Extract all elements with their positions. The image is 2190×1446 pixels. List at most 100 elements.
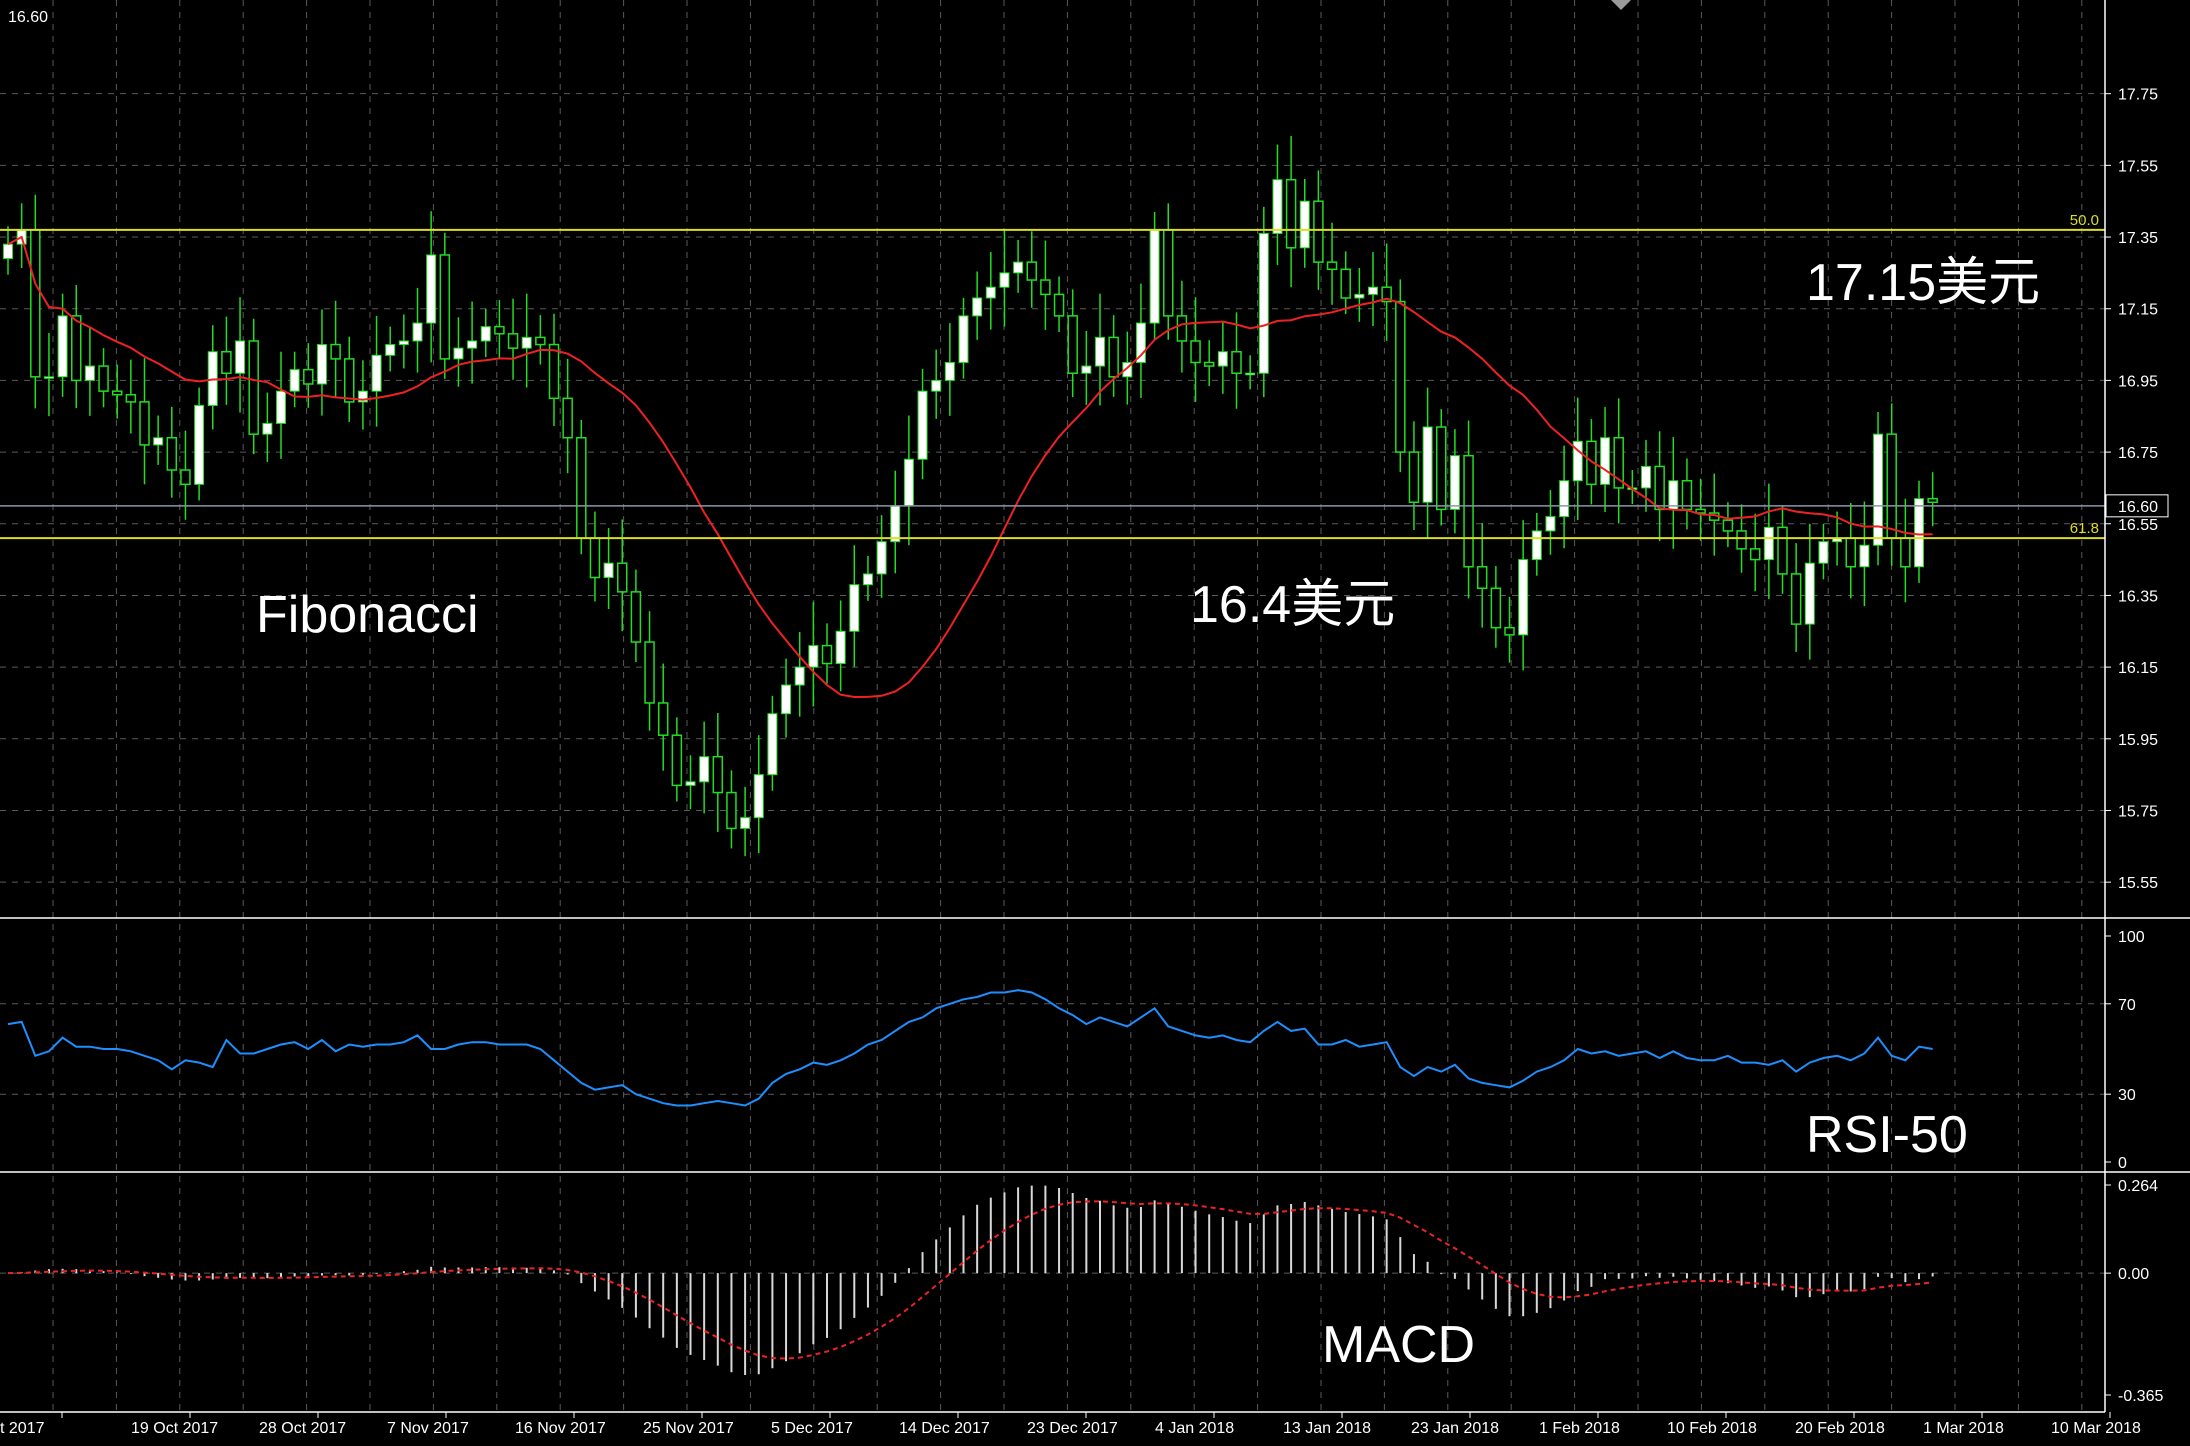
x-tick-label: 5 Dec 2017 <box>771 1420 853 1437</box>
scroll-marker-icon[interactable] <box>1611 0 1631 10</box>
candle-body-bear <box>1736 530 1747 550</box>
price-tick-label: 15.75 <box>2118 803 2158 820</box>
candle-body-bear <box>1053 293 1065 317</box>
candle-body-bull <box>1449 455 1460 510</box>
candle-body-bull <box>1914 498 1924 568</box>
candle-body-bear <box>1067 315 1078 374</box>
candle-body-bull <box>398 340 409 346</box>
candle-body-bear <box>535 336 546 346</box>
candle-body-bull <box>999 272 1010 288</box>
candle-body-bear <box>726 791 737 830</box>
candle-body-bear <box>657 702 669 736</box>
candle-body-bull <box>467 340 478 349</box>
candle-body-bull <box>685 781 696 786</box>
price-tick-label: 15.55 <box>2118 875 2158 892</box>
price-tick-label: 16.55 <box>2118 517 2158 534</box>
candle-body-bull <box>958 315 969 363</box>
candle-body-bull <box>1818 541 1829 564</box>
candle-body-bull <box>1368 286 1378 295</box>
macd-panel <box>7 1185 1934 1375</box>
candle-body-bear <box>30 229 41 378</box>
rsi-panel <box>7 989 1933 1107</box>
candle-body-bull <box>153 437 164 446</box>
candle-body-bull <box>1299 200 1310 249</box>
candle-body-bear <box>98 365 109 392</box>
x-tick-label: 1 Feb 2018 <box>1539 1420 1620 1437</box>
candle-body-bear <box>344 358 355 403</box>
fib-level-label: 50.0 <box>2070 212 2099 229</box>
price-tick-label: 16.15 <box>2118 660 2158 677</box>
candle-body-bear <box>1163 229 1174 317</box>
candle-body-bull <box>1873 433 1884 546</box>
price-panel: 50.0 61.8 <box>0 135 2105 857</box>
candle-body-bull <box>890 505 901 543</box>
candle-body-bear <box>1395 300 1406 453</box>
candle-body-bull <box>1258 232 1269 374</box>
x-tick-label: 25 Nov 2017 <box>643 1420 734 1437</box>
price-tick-label: 16.35 <box>2118 588 2158 605</box>
annotation-fibonacci: Fibonacci <box>256 586 479 644</box>
candle-body-bear <box>617 562 628 593</box>
candle-body-bull <box>1531 530 1542 561</box>
candle-body-bear <box>1927 497 1938 504</box>
candle-body-bull <box>262 422 273 435</box>
macd-title: MACD <box>1322 1316 1475 1374</box>
candle-body-bull <box>862 573 873 586</box>
candle-body-bear <box>630 591 642 643</box>
price-tick-label: 17.55 <box>2118 158 2158 175</box>
candle-body-bull <box>480 326 491 342</box>
candle-body-bull <box>1149 229 1160 324</box>
candle-body-bear <box>1886 433 1897 539</box>
macd-signal-line <box>7 1200 1933 1360</box>
candle-body-bull <box>835 630 846 665</box>
candle-body-bear <box>71 315 82 382</box>
candle-body-bear <box>1285 178 1297 249</box>
candle-body-bull <box>903 458 914 507</box>
candle-body-bull <box>1859 544 1870 568</box>
candle-body-bull <box>521 336 532 349</box>
rsi-tick-label: 30 <box>2118 1087 2136 1104</box>
candle-body-bear <box>644 641 655 704</box>
candle-body-bear <box>1845 537 1856 568</box>
candle-body-bear <box>821 644 833 665</box>
candle-body-bear <box>1790 573 1802 625</box>
x-tick-label: 10 Feb 2018 <box>1667 1420 1757 1437</box>
candle-body-bear <box>562 397 573 439</box>
x-tick-label: t 2017 <box>0 1420 45 1437</box>
candle-body-bear <box>111 390 123 396</box>
candle-body-bull <box>453 347 464 360</box>
candle-body-bear <box>439 254 451 360</box>
x-tick-label: 7 Nov 2017 <box>387 1420 469 1437</box>
candle-body-bull <box>1422 426 1433 503</box>
candle-body-bull <box>276 390 286 424</box>
fib-level-label: 61.8 <box>2070 520 2099 537</box>
x-tick-label: 14 Dec 2017 <box>899 1420 990 1437</box>
x-tick-label: 23 Dec 2017 <box>1027 1420 1118 1437</box>
candle-body-bull <box>412 322 423 342</box>
price-tick-label: 17.15 <box>2118 302 2158 319</box>
candle-body-bull <box>972 297 983 317</box>
price-tick-label: 17.75 <box>2118 87 2158 104</box>
candle-body-bear <box>548 343 560 400</box>
candle-body-bear <box>1490 587 1502 629</box>
annotation-16-4: 16.4美元 <box>1190 576 1395 634</box>
candle-body-bull <box>808 645 819 668</box>
candle-body-bull <box>1354 293 1365 299</box>
candle-body-bear <box>1231 350 1242 374</box>
candle-body-bull <box>84 365 95 381</box>
candle-body-bear <box>125 393 137 403</box>
candle-body-bear <box>589 537 601 579</box>
candle-body-bull <box>316 344 327 385</box>
candle-body-bull <box>194 404 205 485</box>
candle-body-bull <box>1804 562 1815 625</box>
x-tick-label: 13 Jan 2018 <box>1283 1420 1371 1437</box>
annotation-17-15: 17.15美元 <box>1806 254 2040 312</box>
candle-body-bear <box>1463 454 1474 568</box>
candle-body-bear <box>180 469 191 486</box>
candle-body-bear <box>1900 537 1911 568</box>
price-tick-label: 16.75 <box>2118 445 2158 462</box>
candle-body-bear <box>166 436 178 471</box>
candle-body-bull <box>1600 437 1611 485</box>
candle-body-bull <box>1245 372 1256 376</box>
candle-body-bear <box>139 401 150 446</box>
